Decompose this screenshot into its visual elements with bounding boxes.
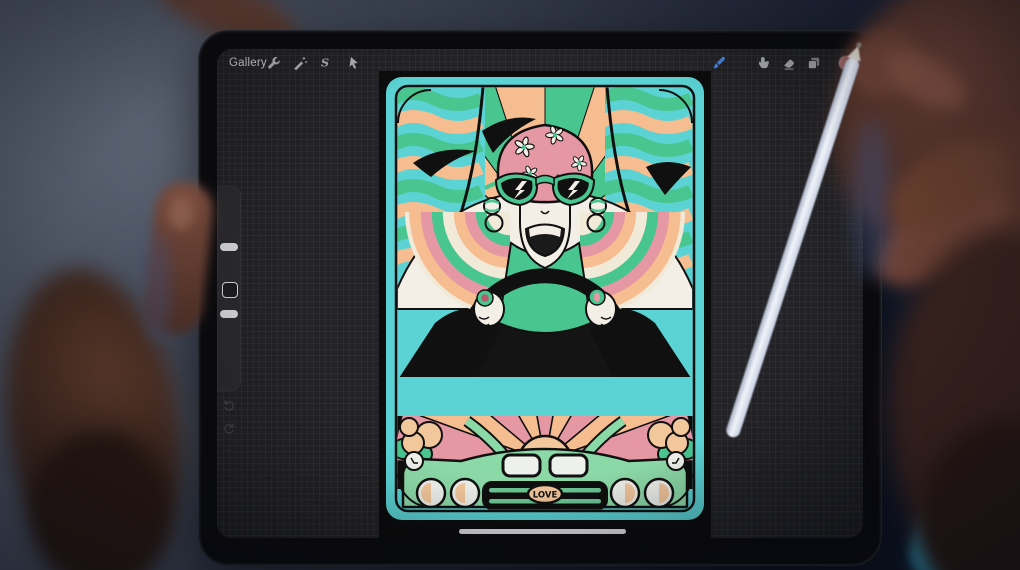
opacity-slider[interactable] xyxy=(220,310,238,318)
smudge-tool-button[interactable] xyxy=(755,54,773,72)
smudge-finger-icon xyxy=(756,55,772,71)
car-badge-text: LOVE xyxy=(533,491,558,501)
procreate-screen: Gallery S xyxy=(217,49,863,538)
home-indicator[interactable] xyxy=(459,529,626,534)
right-hand-rim-light xyxy=(852,120,892,280)
left-thumb-nail xyxy=(168,196,194,230)
gallery-button[interactable]: Gallery xyxy=(229,57,267,69)
wrench-icon xyxy=(265,55,281,71)
selection-s-icon: S xyxy=(317,55,333,71)
left-thumb-rim-light xyxy=(148,232,168,342)
svg-text:S: S xyxy=(321,56,329,70)
redo-button[interactable] xyxy=(221,420,237,436)
brush-sidebar xyxy=(217,186,241,391)
transform-button[interactable] xyxy=(345,54,363,72)
erase-tool-button[interactable] xyxy=(780,54,798,72)
modify-button[interactable] xyxy=(222,282,238,298)
magic-wand-icon xyxy=(292,55,308,71)
procreate-canvas[interactable]: LOVE xyxy=(379,71,711,538)
grille: LOVE xyxy=(483,482,607,509)
brush-size-slider[interactable] xyxy=(220,243,238,251)
brush-icon xyxy=(711,55,727,71)
actions-button[interactable] xyxy=(264,54,282,72)
selection-button[interactable]: S xyxy=(316,54,334,72)
photo-scene: Gallery S xyxy=(0,0,1020,570)
transform-arrow-icon xyxy=(346,55,362,71)
adjustments-button[interactable] xyxy=(291,54,309,72)
psychedelic-driver-artwork: LOVE xyxy=(379,71,711,526)
paint-tool-button[interactable] xyxy=(710,54,728,72)
undo-button[interactable] xyxy=(221,397,237,413)
layers-button[interactable] xyxy=(805,54,823,72)
redo-icon xyxy=(221,420,237,436)
eraser-icon xyxy=(781,55,797,71)
undo-icon xyxy=(221,397,237,413)
layers-icon xyxy=(806,55,822,71)
